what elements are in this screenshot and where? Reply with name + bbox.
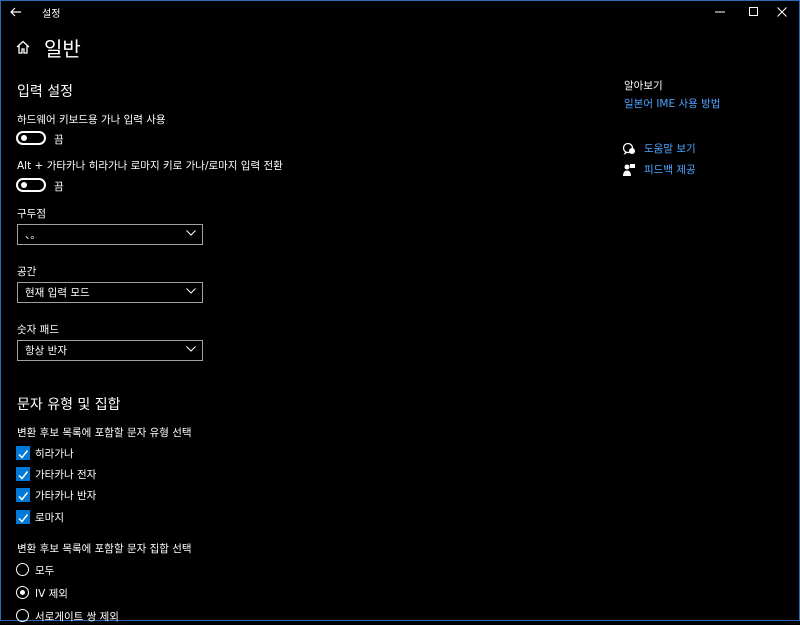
alt-toggle-state: 끔	[54, 181, 64, 193]
checkmark-icon	[18, 514, 29, 523]
checkbox[interactable]	[16, 446, 30, 460]
alt-toggle-switch[interactable]	[16, 178, 46, 192]
toggle-knob	[21, 135, 27, 141]
help-link[interactable]: 도움말 보기	[622, 141, 696, 157]
help-chat-icon	[622, 142, 635, 155]
title-bar: 설정	[0, 0, 800, 24]
type-prompt: 변환 후보 목록에 포함할 문자 유형 선택	[17, 427, 192, 439]
window-border	[0, 0, 800, 621]
app-title: 설정	[42, 9, 61, 20]
numpad-dropdown[interactable]: 항상 반자	[17, 340, 203, 361]
hardware-kana-toggle[interactable]	[16, 131, 46, 145]
checkbox-label: 가타카나 반자	[35, 490, 97, 502]
radio-selected-dot	[20, 590, 25, 595]
radio-label: IV 제외	[35, 588, 68, 600]
set-prompt: 변환 후보 목록에 포함할 문자 집합 선택	[17, 543, 192, 555]
home-icon[interactable]	[16, 40, 30, 54]
feedback-person-icon	[623, 164, 635, 176]
learn-more-heading: 알아보기	[624, 80, 663, 92]
help-link-text: 도움말 보기	[644, 143, 696, 155]
hardware-kana-label: 하드웨어 키보드용 가나 입력 사용	[17, 114, 166, 126]
input-settings-title: 입력 설정	[17, 84, 73, 100]
chevron-down-icon	[186, 346, 196, 352]
hardware-kana-state: 끔	[54, 134, 64, 146]
checkbox[interactable]	[16, 467, 30, 481]
alt-toggle-label: Alt + 가타카나 히라가나 로마지 키로 가나/로마지 입력 전환	[17, 160, 283, 172]
numpad-label: 숫자 패드	[17, 324, 59, 336]
maximize-icon	[749, 7, 758, 16]
checkmark-icon	[18, 450, 29, 459]
ime-guide-link[interactable]: 일본어 IME 사용 방법	[624, 96, 720, 111]
radio-label: 서로게이트 쌍 제외	[35, 611, 119, 623]
minimize-button[interactable]	[702, 0, 738, 24]
checkbox-label: 가타카나 전자	[35, 469, 97, 481]
space-label: 공간	[17, 266, 37, 278]
toggle-knob	[21, 182, 27, 188]
feedback-link-text: 피드백 제공	[644, 164, 696, 176]
punctuation-value: 、。	[25, 229, 41, 241]
chevron-down-icon	[186, 288, 196, 294]
radio-button[interactable]	[16, 609, 29, 622]
checkbox-label: 히라가나	[35, 448, 74, 460]
close-button[interactable]	[764, 0, 800, 24]
page-title: 일반	[44, 37, 81, 61]
punctuation-dropdown[interactable]: 、。	[17, 224, 203, 245]
space-value: 현재 입력 모드	[25, 287, 90, 299]
checkmark-icon	[18, 492, 29, 501]
radio-button[interactable]	[16, 563, 29, 576]
checkbox[interactable]	[16, 488, 30, 502]
back-arrow-icon	[10, 7, 21, 17]
checkbox-label: 로마지	[35, 512, 64, 524]
checkmark-icon	[18, 471, 29, 480]
radio-button[interactable]	[16, 586, 29, 599]
radio-label: 모두	[35, 565, 55, 577]
checkbox[interactable]	[16, 510, 30, 524]
space-dropdown[interactable]: 현재 입력 모드	[17, 282, 203, 303]
punctuation-label: 구두점	[17, 208, 46, 220]
minimize-icon	[715, 11, 725, 13]
feedback-link[interactable]: 피드백 제공	[622, 162, 696, 178]
close-icon	[777, 7, 787, 17]
char-types-title: 문자 유형 및 집합	[17, 397, 121, 413]
back-button[interactable]	[5, 2, 27, 22]
chevron-down-icon	[186, 230, 196, 236]
numpad-value: 항상 반자	[25, 345, 67, 357]
